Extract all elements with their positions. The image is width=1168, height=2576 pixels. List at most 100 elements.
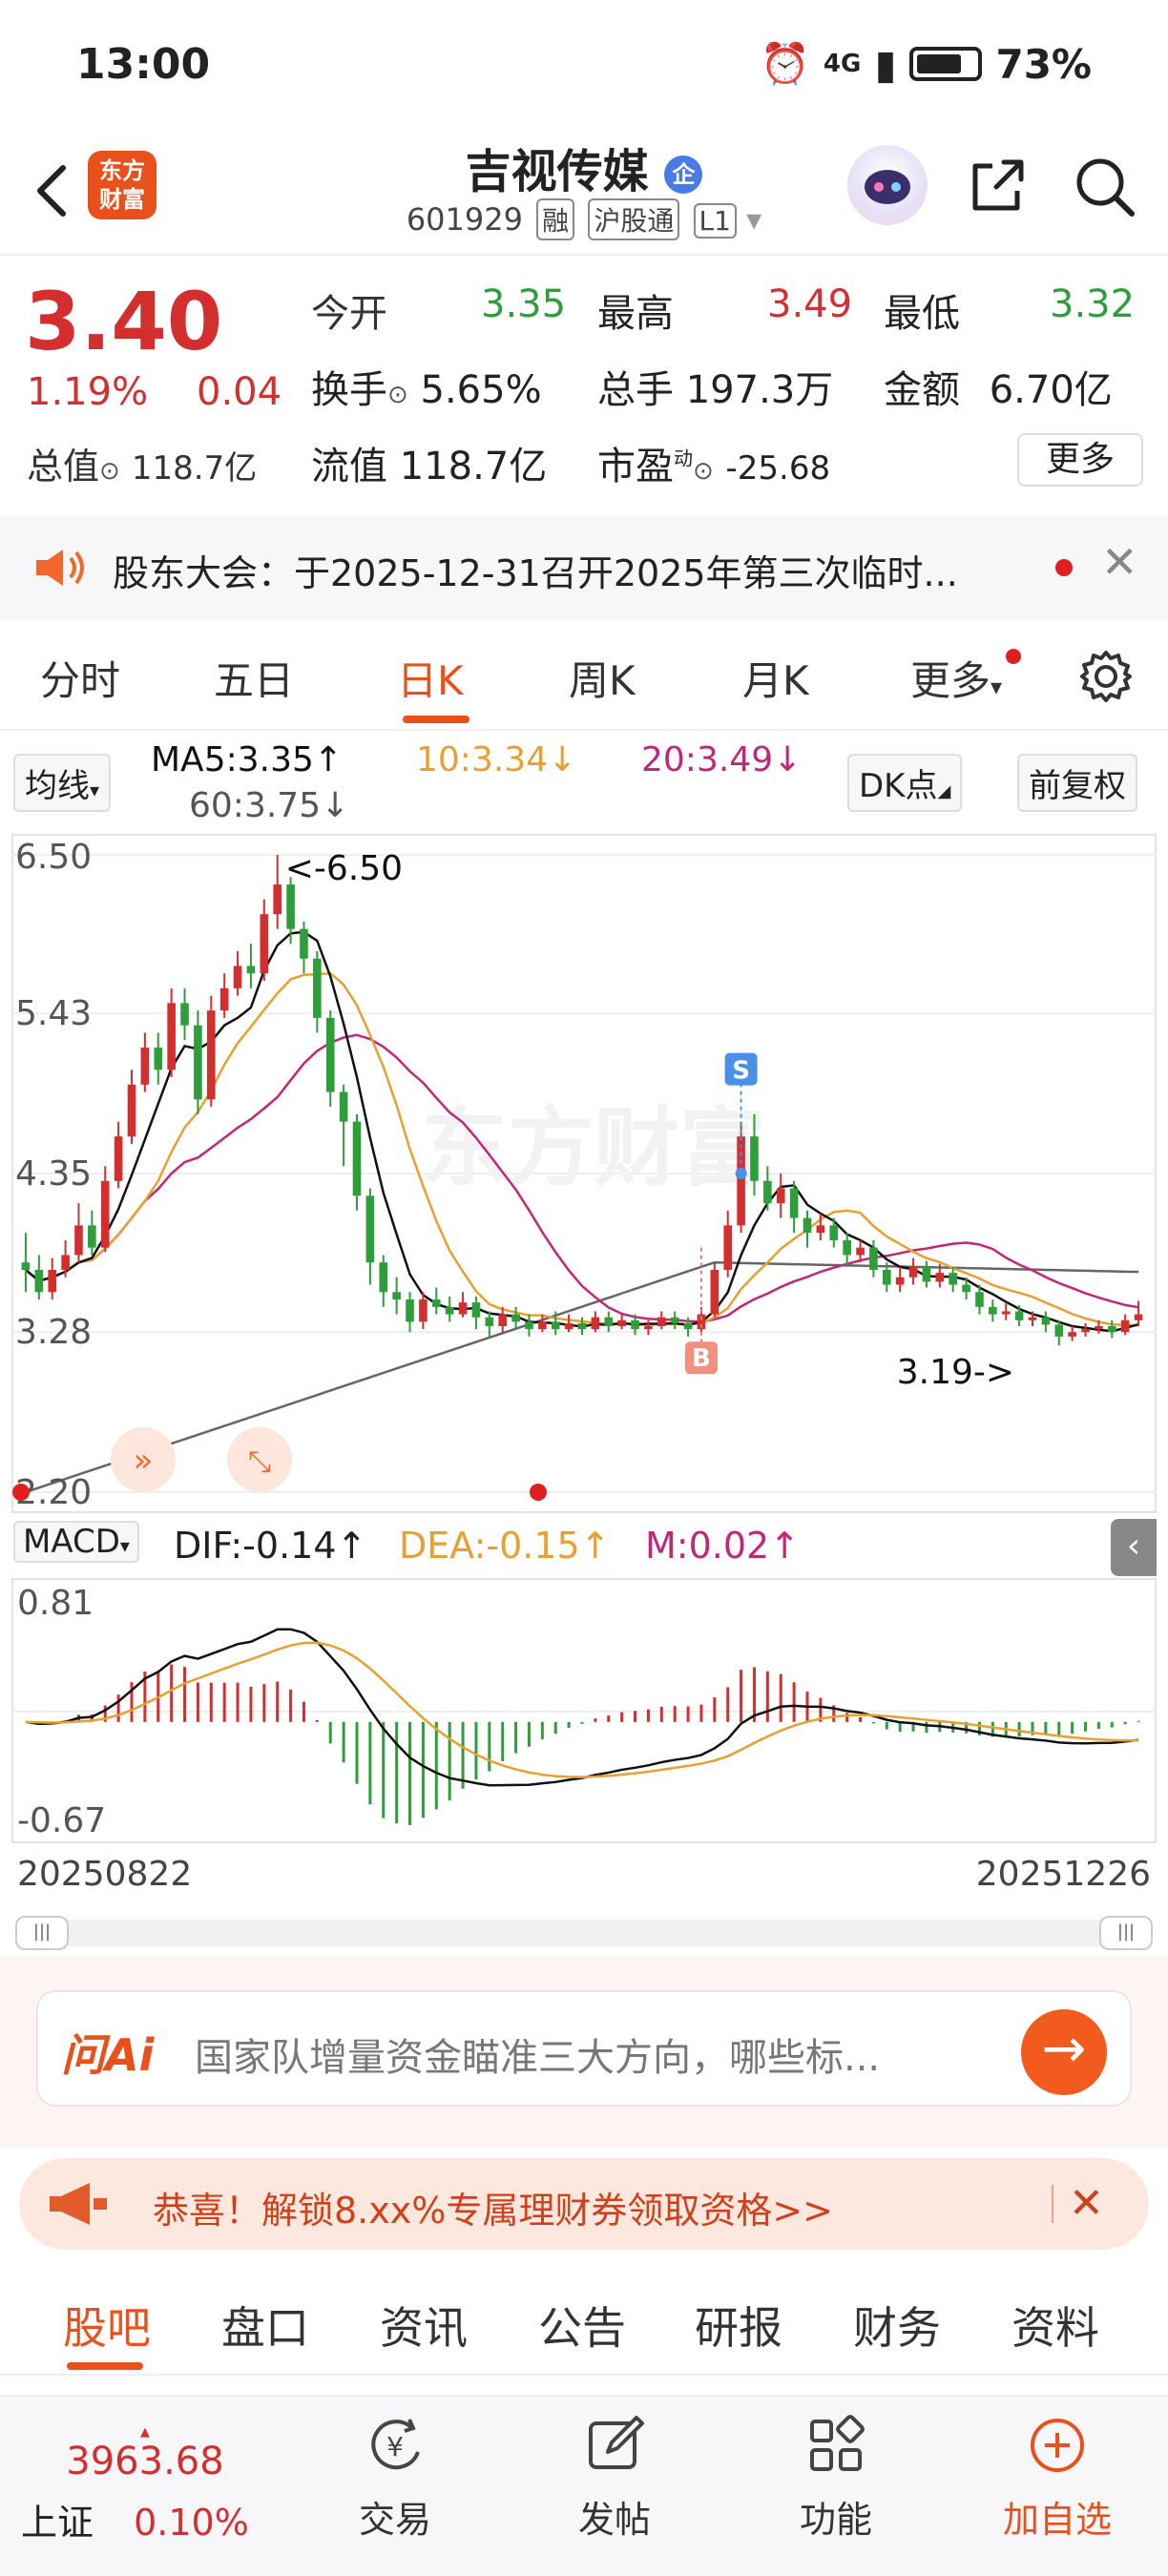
range-scroller[interactable]: ||| ||| xyxy=(15,1916,1153,1950)
tab-weekly-k[interactable]: 周K xyxy=(569,649,636,707)
macd-legend: MACD▾ DIF:-0.14↑ DEA:-0.15↑ M:0.02↑ ‹ xyxy=(0,1519,1168,1576)
chevron-down-icon: ▾ xyxy=(119,1534,130,1557)
candle-body xyxy=(1001,1311,1011,1315)
ai-question-box[interactable]: 问Ai 国家队增量资金瞄准三大方向，哪些标... → xyxy=(36,1990,1132,2107)
change-percent: 1.19% xyxy=(27,370,149,414)
tab-more[interactable]: 更多▾ xyxy=(910,649,1002,707)
tab-news[interactable]: 资讯 xyxy=(380,2294,468,2357)
tab-five-day[interactable]: 五日 xyxy=(214,649,294,707)
adjust-button[interactable]: 前复权 xyxy=(1017,754,1137,812)
candle-body xyxy=(1095,1326,1103,1330)
megaphone-icon xyxy=(50,2183,107,2225)
ma20-label: 20:3.49↓ xyxy=(641,740,803,779)
tab-research[interactable]: 研报 xyxy=(695,2294,782,2357)
ma5-label: MA5:3.35↑ xyxy=(151,740,344,779)
candle-body xyxy=(206,1010,216,1100)
tab-daily-k[interactable]: 日K xyxy=(397,649,464,707)
tab-intraday[interactable]: 分时 xyxy=(40,649,120,707)
market-cap-row: 总值⊙ 118.7亿 xyxy=(27,446,258,488)
event-dot[interactable] xyxy=(12,1484,30,1501)
index-change: 0.10% xyxy=(134,2502,249,2544)
info-icon[interactable]: ⊙ xyxy=(387,381,408,409)
promo-banner[interactable]: 恭喜！解锁8.xx%专属理财券领取资格>> ✕ xyxy=(19,2158,1149,2250)
candle-body xyxy=(431,1299,441,1307)
ma-legend: 均线▾ MA5:3.35↑ 10:3.34↓ 20:3.49↓ 60:3.75↓… xyxy=(0,740,1168,832)
macd-select[interactable]: MACD▾ xyxy=(13,1521,139,1563)
add-watchlist-button[interactable]: 加自选 xyxy=(981,2414,1134,2543)
high-label: 最高 xyxy=(597,292,674,336)
arrow-right-icon[interactable]: → xyxy=(1021,2009,1107,2095)
candle-body xyxy=(1081,1329,1090,1333)
tab-financials[interactable]: 财务 xyxy=(853,2294,941,2357)
change-amount: 0.04 xyxy=(197,370,282,414)
y-tick-label: 5.43 xyxy=(15,994,92,1033)
info-icon[interactable]: ⊙ xyxy=(693,457,714,486)
candle-body xyxy=(471,1302,481,1318)
macd-chart[interactable]: 0.81 -0.67 xyxy=(11,1578,1157,1843)
notice-bar[interactable]: 股东大会：于2025-12-31召开2025年第三次临时... ✕ xyxy=(0,515,1168,620)
candle-body xyxy=(511,1314,520,1322)
candle-body xyxy=(219,987,229,1011)
close-icon[interactable]: ✕ xyxy=(1069,2179,1104,2228)
candle-body xyxy=(34,1269,44,1293)
chevron-down-icon: ▾ xyxy=(991,674,1003,700)
candle-body xyxy=(895,1277,905,1285)
candle-body xyxy=(617,1319,626,1327)
functions-button[interactable]: 功能 xyxy=(760,2414,912,2543)
ma10-label: 10:3.34↓ xyxy=(416,740,577,779)
notice-text[interactable]: 股东大会：于2025-12-31召开2025年第三次临时... xyxy=(113,544,1029,596)
tab-guba[interactable]: 股吧 xyxy=(63,2294,151,2357)
ai-assistant-avatar[interactable] xyxy=(847,145,928,225)
period-tabs: 分时 五日 日K 周K 月K 更多▾ xyxy=(0,620,1168,731)
tab-orderbook[interactable]: 盘口 xyxy=(221,2294,309,2357)
kline-chart[interactable]: 东方财富 6.505.434.353.282.20 <-6.503.19->SB… xyxy=(11,834,1157,1513)
range-handle-left[interactable]: ||| xyxy=(15,1916,69,1950)
candle-body xyxy=(564,1322,574,1330)
fullscreen-icon[interactable]: ⤡ xyxy=(248,1445,271,1479)
post-button[interactable]: 发帖 xyxy=(538,2414,691,2543)
candle-body xyxy=(710,1269,720,1315)
level-tag[interactable]: L1 xyxy=(693,203,737,239)
dk-point-button[interactable]: DK点◢ xyxy=(847,754,963,812)
connect-tag: 沪股通 xyxy=(588,198,680,240)
info-icon[interactable]: ⊙ xyxy=(99,457,120,486)
candle-body xyxy=(525,1321,533,1330)
edit-icon xyxy=(589,2416,644,2469)
indicator-type-select[interactable]: 均线▾ xyxy=(13,754,112,812)
double-chevron-icon[interactable]: » xyxy=(134,1442,154,1480)
candle-body xyxy=(657,1317,666,1327)
sell-marker-dot xyxy=(735,1168,747,1179)
candle-body xyxy=(591,1317,600,1330)
index-ticker[interactable]: ▲ 3963.68 上证 0.10% xyxy=(21,2425,269,2545)
candle-body xyxy=(577,1322,587,1330)
tab-announcements[interactable]: 公告 xyxy=(538,2294,626,2357)
candle-body xyxy=(776,1188,785,1204)
tab-monthly-k[interactable]: 月K xyxy=(742,649,809,707)
tab-profile[interactable]: 资料 xyxy=(1012,2294,1099,2357)
battery-level: 73% xyxy=(995,40,1092,88)
candle-body xyxy=(498,1314,508,1327)
settings-gear-icon[interactable] xyxy=(1076,647,1136,706)
low-value: 3.32 xyxy=(1050,282,1136,326)
range-handle-right[interactable]: ||| xyxy=(1099,1916,1153,1950)
share-icon[interactable] xyxy=(964,153,1031,219)
y-tick-label: 6.50 xyxy=(15,838,92,877)
bottom-toolbar: ▲ 3963.68 上证 0.10% ¥ 交易 发帖 功能 加自选 xyxy=(0,2395,1168,2576)
candle-body xyxy=(1068,1332,1076,1337)
search-icon[interactable] xyxy=(1071,153,1137,219)
event-dot[interactable] xyxy=(530,1484,547,1501)
close-icon[interactable]: ✕ xyxy=(1101,536,1138,588)
candle-body xyxy=(723,1225,733,1270)
candle-body xyxy=(100,1180,110,1248)
candle-body xyxy=(1134,1314,1143,1320)
dropdown-icon[interactable]: ▾ xyxy=(746,201,761,238)
candle-body xyxy=(803,1217,812,1234)
trade-button[interactable]: ¥ 交易 xyxy=(319,2414,471,2543)
ai-question-input[interactable]: 国家队增量资金瞄准三大方向，哪些标... xyxy=(195,2026,880,2082)
collapse-panel-icon[interactable]: ‹ xyxy=(1111,1519,1157,1576)
watermark: 东方财富 xyxy=(422,1098,765,1198)
promo-text[interactable]: 恭喜！解锁8.xx%专属理财券领取资格>> xyxy=(153,2181,833,2233)
m-label: M:0.02↑ xyxy=(645,1525,801,1567)
more-button[interactable]: 更多 xyxy=(1017,433,1143,487)
dea-label: DEA:-0.15↑ xyxy=(399,1525,611,1567)
